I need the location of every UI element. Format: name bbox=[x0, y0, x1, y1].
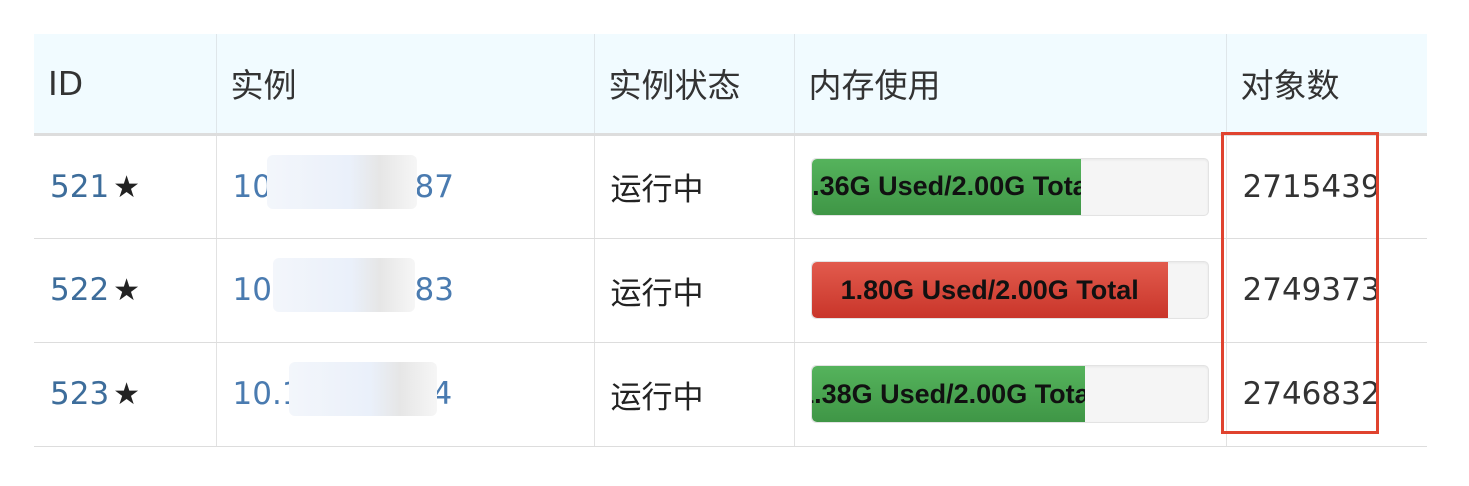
table-header-row: ID 实例 实例状态 内存使用 对象数 bbox=[34, 34, 1427, 136]
cell-id: 523 ★ bbox=[34, 342, 216, 447]
cell-instance: 10 87 bbox=[215, 134, 594, 239]
object-count: 2749373 bbox=[1242, 272, 1381, 308]
redaction-blur bbox=[272, 258, 415, 312]
header-state[interactable]: 实例状态 bbox=[593, 34, 794, 136]
cell-instance: 10. 83 bbox=[215, 238, 594, 343]
instance-id-link[interactable]: 521 bbox=[50, 169, 109, 205]
instance-table: ID 实例 实例状态 内存使用 对象数 521 ★ 10 87 运行中 1.36… bbox=[34, 34, 1427, 447]
object-count: 2715439 bbox=[1242, 168, 1381, 205]
star-icon[interactable]: ★ bbox=[113, 273, 140, 308]
cell-objects: 2746832 bbox=[1225, 342, 1427, 447]
cell-memory: 1.80G Used/2.00G Total bbox=[793, 238, 1226, 343]
state-text: 运行中 bbox=[610, 275, 704, 312]
star-icon[interactable]: ★ bbox=[113, 377, 140, 412]
memory-progress-bar: 1.80G Used/2.00G Total bbox=[810, 261, 1209, 319]
redaction-blur bbox=[288, 362, 437, 416]
state-text: 运行中 bbox=[610, 379, 704, 416]
memory-progress-bar: 1.38G Used/2.00G Total bbox=[810, 365, 1209, 423]
cell-state: 运行中 bbox=[593, 342, 794, 447]
memory-progress-fill: 1.38G Used/2.00G Total bbox=[811, 366, 1085, 422]
cell-objects: 2715439 bbox=[1225, 134, 1427, 239]
instance-id-link[interactable]: 523 bbox=[50, 376, 109, 412]
cell-memory: 1.38G Used/2.00G Total bbox=[793, 342, 1226, 447]
table-row: 522★ 10. 83 运行中 1.80G Used/2.00G Total bbox=[34, 238, 1427, 343]
instance-address-link[interactable]: 10 87 bbox=[233, 154, 463, 209]
header-id[interactable]: ID bbox=[34, 34, 216, 136]
memory-progress-fill: 1.36G Used/2.00G Total bbox=[811, 158, 1081, 215]
cell-state: 运行中 bbox=[593, 134, 794, 239]
memory-progress-fill: 1.80G Used/2.00G Total bbox=[811, 262, 1168, 318]
cell-memory: 1.36G Used/2.00G Total bbox=[793, 134, 1226, 239]
table-row: 523★ 10.1 4 运行中 1.38G Used/2.00G Total bbox=[34, 342, 1427, 447]
cell-id: 522 ★ bbox=[34, 238, 216, 343]
instance-address-link[interactable]: 10.1 4 bbox=[233, 362, 463, 416]
star-icon[interactable]: ★ bbox=[113, 170, 140, 205]
instance-id-link[interactable]: 522 bbox=[50, 272, 109, 308]
cell-instance: 10.1 4 bbox=[215, 342, 594, 447]
memory-progress-bar: 1.36G Used/2.00G Total bbox=[810, 157, 1209, 216]
instance-address-link[interactable]: 10. 83 bbox=[233, 258, 463, 312]
header-memory[interactable]: 内存使用 bbox=[793, 34, 1226, 136]
header-instance[interactable]: 实例 bbox=[215, 34, 594, 136]
ip-suffix: 87 bbox=[414, 168, 454, 205]
table-row: 521 ★ 10 87 运行中 1.36G Used/2.00G Total 2… bbox=[34, 134, 1427, 239]
cell-objects: 2749373 bbox=[1225, 238, 1427, 343]
object-count: 2746832 bbox=[1242, 376, 1381, 412]
redaction-blur bbox=[266, 154, 417, 209]
cell-id: 521 ★ bbox=[34, 134, 216, 239]
ip-suffix: 83 bbox=[414, 272, 454, 308]
cell-state: 运行中 bbox=[593, 238, 794, 343]
state-text: 运行中 bbox=[610, 172, 704, 208]
header-objects[interactable]: 对象数 bbox=[1225, 34, 1427, 136]
instance-table-container: ID 实例 实例状态 内存使用 对象数 521 ★ 10 87 运行中 1.36… bbox=[34, 34, 1427, 447]
